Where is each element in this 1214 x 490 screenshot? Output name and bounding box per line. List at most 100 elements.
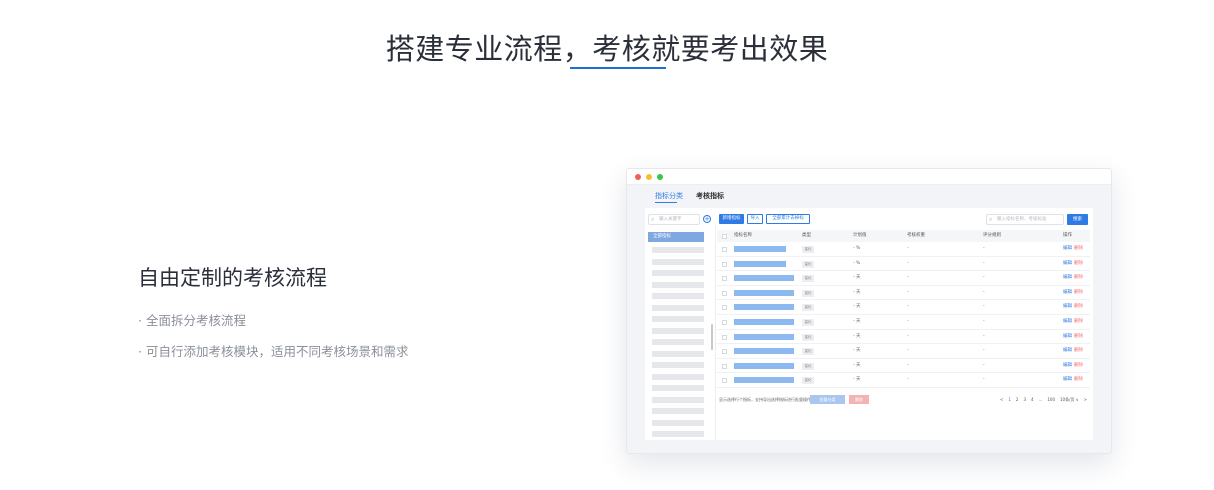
row-checkbox[interactable] (722, 334, 727, 340)
sidebar-item-placeholder[interactable] (652, 293, 704, 299)
rule-value: - (983, 377, 985, 383)
weight-value: - (907, 289, 909, 295)
page-item[interactable]: 1 (1008, 397, 1011, 402)
page-item[interactable]: 10条/页 ∨ (1060, 397, 1079, 403)
sidebar-item-placeholder[interactable] (652, 258, 704, 265)
sidebar-item-placeholder[interactable] (652, 247, 704, 253)
delete-link[interactable]: 删除 (1074, 373, 1083, 388)
sidebar-item-placeholder[interactable] (652, 362, 704, 368)
edit-link[interactable]: 编辑 (1063, 242, 1072, 257)
column-header-type[interactable]: 类型 (802, 230, 811, 242)
edit-link[interactable]: 编辑 (1063, 344, 1072, 359)
indicator-name-bar (734, 260, 786, 267)
close-dot-icon[interactable] (635, 174, 641, 180)
delete-link[interactable]: 删除 (1074, 242, 1083, 257)
page-item[interactable]: 100 (1047, 397, 1055, 402)
table-row[interactable]: 量化 - 天 - - 编辑 删除 (717, 315, 1090, 330)
minimize-dot-icon[interactable] (646, 174, 652, 180)
row-checkbox[interactable] (722, 363, 727, 369)
row-checkbox[interactable] (722, 261, 727, 267)
row-checkbox[interactable] (722, 276, 727, 282)
row-checkbox[interactable] (722, 305, 727, 311)
page: 搭建专业流程，考核就要考出效果 自由定制的考核流程 · 全面拆分考核流程 · 可… (0, 0, 1214, 490)
delete-link[interactable]: 删除 (1074, 286, 1083, 301)
batch-delete-button[interactable]: 删除 (849, 395, 869, 404)
edit-link[interactable]: 编辑 (1063, 315, 1072, 330)
batch-category-button[interactable]: 批量分类 (810, 395, 845, 404)
sidebar-search-input[interactable]: ⌕ 输入关键字 (648, 214, 700, 225)
table-body: 量化 - % - - 编辑 删除 量化 - % - - 编辑 删除 量化 - 天 - - 编辑 删除 量化 - 天--… (717, 242, 1090, 388)
type-tag: 量化 (802, 362, 814, 370)
edit-link[interactable]: 编辑 (1063, 330, 1072, 345)
sidebar-item-placeholder[interactable] (652, 385, 704, 391)
edit-link[interactable]: 编辑 (1063, 373, 1072, 388)
table-row[interactable]: 量化 - % - - 编辑 删除 (717, 242, 1090, 257)
row-checkbox[interactable] (722, 349, 727, 355)
delete-link[interactable]: 删除 (1074, 300, 1083, 315)
sidebar-item-placeholder[interactable] (652, 350, 704, 357)
page-item[interactable]: 3 (1023, 397, 1026, 402)
tab-indicator-category[interactable]: 指标分类 (655, 191, 683, 201)
page-item[interactable]: 4 (1031, 397, 1034, 402)
weight-value: - (907, 260, 909, 266)
plan-value: - 天 (853, 304, 861, 310)
type-tag: 量化 (802, 348, 814, 356)
row-checkbox[interactable] (722, 290, 727, 296)
sidebar-scrollbar[interactable] (711, 324, 713, 350)
search-button[interactable]: 搜索 (1067, 214, 1088, 225)
table-row[interactable]: 量化 - 天 - - 编辑 删除 (717, 286, 1090, 301)
column-header-name[interactable]: 指标名称 (734, 230, 752, 242)
select-all-checkbox[interactable] (722, 234, 727, 239)
table-row[interactable]: 量化 - % - - 编辑 删除 (717, 257, 1090, 272)
sidebar-item-placeholder[interactable] (652, 419, 704, 426)
edit-link[interactable]: 编辑 (1063, 300, 1072, 315)
sidebar-search-placeholder: 输入关键字 (659, 217, 682, 222)
plus-circle-icon[interactable]: + (703, 215, 711, 223)
row-checkbox[interactable] (722, 319, 727, 325)
window-titlebar (627, 169, 1111, 185)
sidebar-item-placeholder[interactable] (652, 396, 704, 403)
edit-link[interactable]: 编辑 (1063, 257, 1072, 272)
indicator-name-bar (734, 318, 794, 325)
sidebar-item-placeholder[interactable] (652, 327, 704, 334)
delete-link[interactable]: 删除 (1074, 271, 1083, 286)
plan-value: - 天 (853, 333, 861, 339)
sidebar-item-all[interactable]: 全部指标 (648, 232, 704, 242)
sidebar-item-placeholder[interactable] (652, 373, 704, 380)
maximize-dot-icon[interactable] (657, 174, 663, 180)
divider (715, 226, 716, 440)
table-row[interactable]: 量化 - 天 - - 编辑 删除 (717, 373, 1090, 388)
edit-link[interactable]: 编辑 (1063, 286, 1072, 301)
row-checkbox[interactable] (722, 247, 727, 252)
sidebar-item-placeholder[interactable] (652, 316, 704, 322)
sidebar-item-placeholder[interactable] (652, 281, 704, 288)
indicator-search-input[interactable]: ⌕ 输入指标名称、考核标准 (986, 214, 1064, 225)
table-row[interactable]: 量化 - 天 - - 编辑 删除 (717, 271, 1090, 286)
feature-title: 自由定制的考核流程 (138, 266, 327, 290)
edit-link[interactable]: 编辑 (1063, 271, 1072, 286)
sidebar-item-placeholder[interactable] (652, 304, 704, 311)
page-item[interactable]: > (1084, 397, 1087, 402)
page-item[interactable]: 2 (1016, 397, 1019, 402)
sidebar-item-placeholder[interactable] (652, 431, 704, 437)
delete-link[interactable]: 删除 (1074, 359, 1083, 374)
table-row[interactable]: 量化 - 天 - - 编辑 删除 (717, 359, 1090, 374)
delete-link[interactable]: 删除 (1074, 257, 1083, 272)
edit-link[interactable]: 编辑 (1063, 359, 1072, 374)
row-checkbox[interactable] (722, 378, 727, 384)
delete-link[interactable]: 删除 (1074, 330, 1083, 345)
sidebar-item-placeholder[interactable] (652, 408, 704, 414)
import-button[interactable]: 导入 (747, 214, 763, 224)
page-item[interactable]: ... (1039, 397, 1043, 402)
sidebar-item-placeholder[interactable] (652, 270, 704, 276)
calc-button[interactable]: 全部累计去掉标 (766, 214, 810, 224)
new-indicator-button[interactable]: 新增指标 (719, 214, 744, 224)
table-row[interactable]: 量化 - 天 - - 编辑 删除 (717, 300, 1090, 315)
table-row[interactable]: 量化 - 天 - - 编辑 删除 (717, 330, 1090, 345)
tab-assessment-indicator[interactable]: 考核指标 (696, 191, 724, 201)
page-item[interactable]: < (1000, 397, 1003, 402)
delete-link[interactable]: 删除 (1074, 344, 1083, 359)
table-row[interactable]: 量化 - 天 - - 编辑 删除 (717, 344, 1090, 359)
sidebar-item-placeholder[interactable] (652, 339, 704, 345)
delete-link[interactable]: 删除 (1074, 315, 1083, 330)
